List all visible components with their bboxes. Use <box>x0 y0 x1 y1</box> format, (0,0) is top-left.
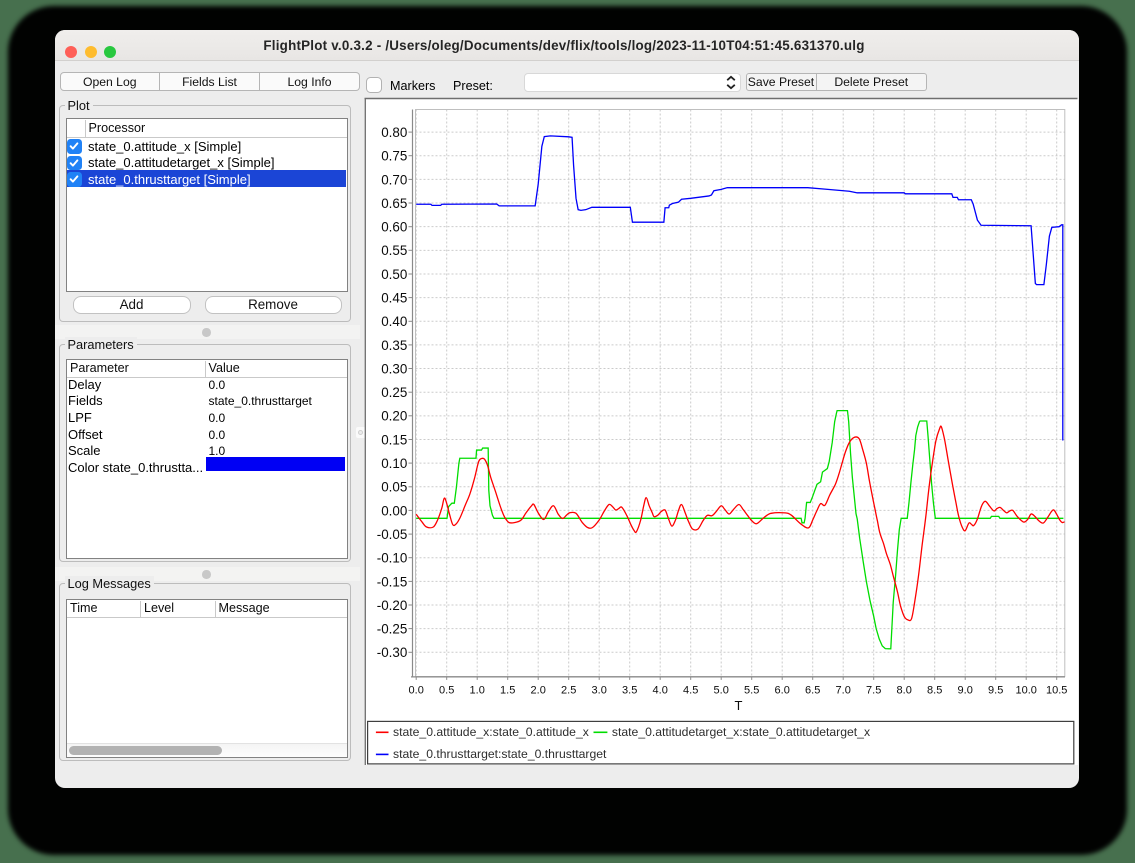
svg-text:0.55: 0.55 <box>381 243 407 258</box>
svg-text:5.0: 5.0 <box>714 685 729 697</box>
svg-text:5.5: 5.5 <box>744 685 759 697</box>
svg-text:0.30: 0.30 <box>381 361 407 376</box>
svg-text:0.65: 0.65 <box>381 196 407 211</box>
svg-text:-0.30: -0.30 <box>377 645 408 660</box>
svg-text:-0.10: -0.10 <box>377 551 408 566</box>
svg-text:0.70: 0.70 <box>381 172 407 187</box>
svg-text:-0.20: -0.20 <box>377 598 408 613</box>
svg-text:6.0: 6.0 <box>775 685 790 697</box>
svg-text:0.60: 0.60 <box>381 220 407 235</box>
svg-text:1.5: 1.5 <box>500 685 515 697</box>
svg-text:state_0.attitude_x:state_0.att: state_0.attitude_x:state_0.attitude_x <box>393 725 589 739</box>
svg-text:0.00: 0.00 <box>381 503 407 518</box>
svg-text:0.40: 0.40 <box>381 314 407 329</box>
svg-text:0.35: 0.35 <box>381 338 407 353</box>
svg-text:0.45: 0.45 <box>381 291 407 306</box>
svg-text:0.50: 0.50 <box>381 267 407 282</box>
svg-text:0.05: 0.05 <box>381 480 407 495</box>
svg-text:0.20: 0.20 <box>381 409 407 424</box>
svg-text:T: T <box>735 698 743 713</box>
svg-text:-0.15: -0.15 <box>377 574 408 589</box>
svg-text:state_0.thrusttarget:state_0.t: state_0.thrusttarget:state_0.thrusttarge… <box>393 747 607 761</box>
svg-text:0.0: 0.0 <box>409 685 424 697</box>
svg-text:9.0: 9.0 <box>958 685 973 697</box>
svg-text:0.15: 0.15 <box>381 432 407 447</box>
svg-text:7.0: 7.0 <box>836 685 851 697</box>
svg-text:0.80: 0.80 <box>381 125 407 140</box>
svg-text:state_0.attitudetarget_x:state: state_0.attitudetarget_x:state_0.attitud… <box>612 725 870 739</box>
svg-text:0.5: 0.5 <box>439 685 454 697</box>
svg-text:4.0: 4.0 <box>653 685 668 697</box>
svg-text:0.75: 0.75 <box>381 149 407 164</box>
svg-text:10.5: 10.5 <box>1046 685 1067 697</box>
svg-text:8.0: 8.0 <box>897 685 912 697</box>
svg-text:9.5: 9.5 <box>988 685 1003 697</box>
svg-text:2.0: 2.0 <box>531 685 546 697</box>
svg-text:2.5: 2.5 <box>561 685 576 697</box>
svg-text:-0.05: -0.05 <box>377 527 408 542</box>
svg-text:-0.25: -0.25 <box>377 622 408 637</box>
svg-text:0.10: 0.10 <box>381 456 407 471</box>
svg-text:10.0: 10.0 <box>1015 685 1036 697</box>
svg-text:6.5: 6.5 <box>805 685 820 697</box>
svg-text:8.5: 8.5 <box>927 685 942 697</box>
svg-text:3.5: 3.5 <box>622 685 637 697</box>
svg-text:3.0: 3.0 <box>592 685 607 697</box>
svg-text:0.25: 0.25 <box>381 385 407 400</box>
svg-text:7.5: 7.5 <box>866 685 881 697</box>
svg-text:4.5: 4.5 <box>683 685 698 697</box>
svg-text:1.0: 1.0 <box>470 685 485 697</box>
